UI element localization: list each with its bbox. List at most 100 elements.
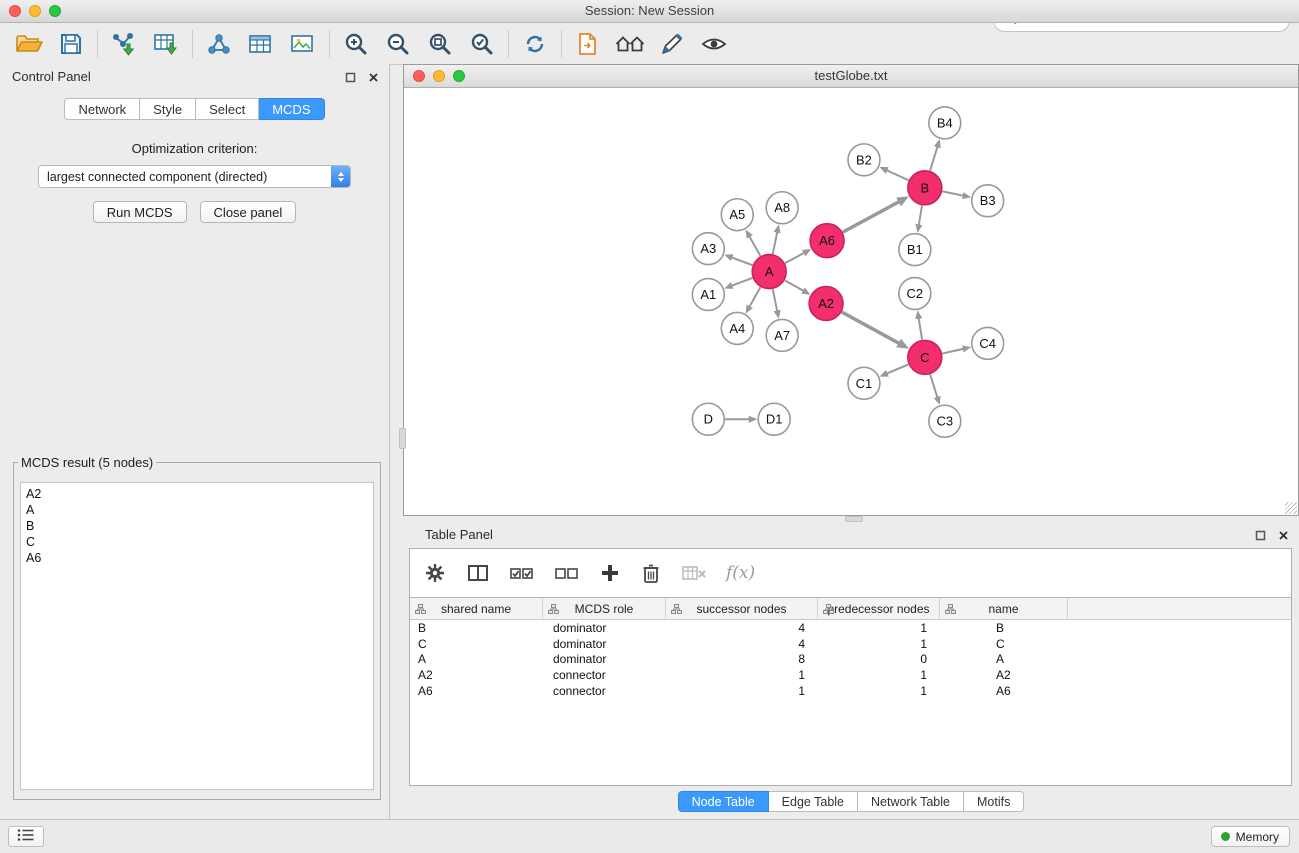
- mcds-result-item[interactable]: B: [26, 518, 368, 534]
- graph-edge-A-A1[interactable]: [731, 278, 753, 286]
- mcds-result-list[interactable]: A2ABCA6: [20, 482, 374, 790]
- mcds-result-item[interactable]: A: [26, 502, 368, 518]
- style-brush-icon[interactable]: [651, 27, 693, 61]
- mcds-result-item[interactable]: A6: [26, 550, 368, 566]
- graph-edge-B-B3[interactable]: [942, 191, 964, 196]
- zoom-in-icon[interactable]: [335, 27, 377, 61]
- table-row[interactable]: Bdominator41B: [410, 620, 1291, 636]
- column-header-shared-name[interactable]: shared name: [410, 598, 543, 619]
- close-icon[interactable]: [1277, 529, 1290, 542]
- column-header-predecessor-nodes[interactable]: predecessor nodes: [818, 598, 940, 619]
- graph-edge-A-A2[interactable]: [785, 280, 804, 291]
- table-settings-icon[interactable]: [423, 561, 447, 585]
- control-tab-style[interactable]: Style: [140, 98, 196, 120]
- column-options-icon[interactable]: [548, 603, 559, 617]
- refresh-icon[interactable]: [514, 27, 556, 61]
- add-row-icon[interactable]: [599, 562, 621, 584]
- graph-edge-A-A4[interactable]: [749, 287, 760, 307]
- graph-edge-A2-C[interactable]: [842, 312, 900, 344]
- minimize-window-button[interactable]: [29, 5, 41, 17]
- zoom-fit-icon[interactable]: [419, 27, 461, 61]
- titlebar[interactable]: Session: New Session: [0, 0, 1299, 23]
- mcds-result-item[interactable]: A2: [26, 486, 368, 502]
- fullscreen-window-button[interactable]: [49, 5, 61, 17]
- network-window: testGlobe.txt B4B2BB3A5A8A6B1A3AC2A1A2A4…: [403, 64, 1299, 516]
- graph-edge-B-B4[interactable]: [930, 146, 938, 171]
- columns-icon[interactable]: [466, 561, 490, 585]
- eye-icon[interactable]: [693, 27, 735, 61]
- export-image-icon[interactable]: [282, 27, 324, 61]
- table-tab-edge-table[interactable]: Edge Table: [769, 791, 858, 812]
- graph-edge-B-B2[interactable]: [886, 170, 909, 180]
- graph-edge-A6-B[interactable]: [843, 201, 900, 232]
- close-panel-button[interactable]: Close panel: [200, 201, 297, 223]
- table-row[interactable]: Adominator80A: [410, 652, 1291, 668]
- new-network-icon[interactable]: [198, 27, 240, 61]
- table-tab-node-table[interactable]: Node Table: [678, 791, 769, 812]
- graph-edge-A-A5[interactable]: [749, 236, 760, 256]
- mcds-result-item[interactable]: C: [26, 534, 368, 550]
- zoom-out-icon[interactable]: [377, 27, 419, 61]
- float-panel-icon[interactable]: [1254, 529, 1267, 542]
- table-cell: 4: [666, 621, 818, 635]
- table-row[interactable]: Cdominator41C: [410, 636, 1291, 652]
- network-close-button[interactable]: [413, 70, 425, 82]
- delete-rows-icon[interactable]: [640, 561, 662, 585]
- column-options-icon[interactable]: [415, 603, 426, 617]
- network-canvas[interactable]: B4B2BB3A5A8A6B1A3AC2A1A2A4A7C4CC1C3DD1: [404, 88, 1298, 515]
- control-tab-mcds[interactable]: MCDS: [259, 98, 324, 120]
- table-row[interactable]: A6connector11A6: [410, 683, 1291, 699]
- network-window-titlebar[interactable]: testGlobe.txt: [404, 65, 1298, 88]
- network-minimize-button[interactable]: [433, 70, 445, 82]
- column-header-name[interactable]: name: [940, 598, 1068, 619]
- node-table: shared nameMCDS rolesuccessor nodesprede…: [410, 597, 1291, 785]
- run-mcds-button[interactable]: Run MCDS: [93, 201, 187, 223]
- graph-edge-A-A6[interactable]: [785, 252, 805, 263]
- graph-edge-A-A8[interactable]: [773, 231, 778, 254]
- column-options-icon[interactable]: [671, 603, 682, 617]
- memory-status-icon: [1221, 832, 1230, 841]
- network-graph[interactable]: B4B2BB3A5A8A6B1A3AC2A1A2A4A7C4CC1C3DD1: [404, 88, 1298, 515]
- column-header-MCDS-role[interactable]: MCDS role: [543, 598, 666, 619]
- fx-label: f(x): [726, 563, 755, 583]
- float-panel-icon[interactable]: [344, 71, 357, 84]
- graph-edge-B-B1[interactable]: [919, 205, 922, 225]
- graph-edge-C-C4[interactable]: [942, 349, 964, 354]
- control-tab-select[interactable]: Select: [196, 98, 259, 120]
- table-tabs: Node TableEdge TableNetwork TableMotifs: [403, 791, 1299, 812]
- control-tab-network[interactable]: Network: [64, 98, 140, 120]
- column-options-icon[interactable]: [945, 603, 956, 617]
- graph-edge-A-A3[interactable]: [731, 257, 753, 265]
- network-maximize-button[interactable]: [453, 70, 465, 82]
- table-tab-motifs[interactable]: Motifs: [964, 791, 1024, 812]
- open-session-icon[interactable]: [8, 27, 50, 61]
- resize-grip-icon[interactable]: [1285, 502, 1297, 514]
- memory-button[interactable]: Memory: [1211, 826, 1290, 847]
- deselect-all-icon[interactable]: [554, 561, 580, 585]
- delete-column-icon[interactable]: [681, 562, 707, 584]
- select-all-icon[interactable]: [509, 561, 535, 585]
- close-window-button[interactable]: [9, 5, 21, 17]
- home-icon[interactable]: [609, 27, 651, 61]
- toolbar-separator: [97, 30, 98, 58]
- import-network-icon[interactable]: [103, 27, 145, 61]
- graph-edge-A-A7[interactable]: [773, 289, 778, 312]
- import-table-icon[interactable]: [145, 27, 187, 61]
- function-builder-icon[interactable]: f(x): [726, 563, 755, 583]
- table-row[interactable]: A2connector11A2: [410, 667, 1291, 683]
- export-document-icon[interactable]: [567, 27, 609, 61]
- column-options-icon[interactable]: [823, 603, 834, 617]
- save-session-icon[interactable]: [50, 27, 92, 61]
- table-tab-network-table[interactable]: Network Table: [858, 791, 964, 812]
- zoom-selected-icon[interactable]: [461, 27, 503, 61]
- column-header-successor-nodes[interactable]: successor nodes: [666, 598, 818, 619]
- vertical-splitter-handle[interactable]: [399, 428, 406, 449]
- table-cell: 8: [666, 652, 818, 666]
- optimization-dropdown[interactable]: largest connected component (directed): [38, 165, 351, 188]
- graph-edge-C-C2[interactable]: [919, 317, 923, 339]
- network-table-icon[interactable]: [240, 27, 282, 61]
- close-icon[interactable]: [367, 71, 380, 84]
- task-history-button[interactable]: [8, 826, 44, 847]
- graph-edge-C-C1[interactable]: [886, 364, 908, 374]
- graph-edge-C-C3[interactable]: [930, 375, 937, 399]
